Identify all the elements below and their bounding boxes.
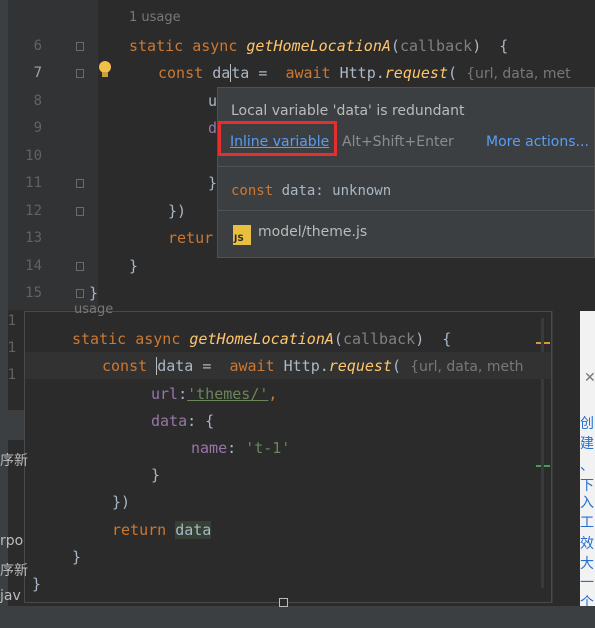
code-line: url:'themes/',: [151, 385, 278, 403]
line-number: 9: [33, 120, 42, 136]
line-number: 15: [25, 285, 42, 301]
code-line: }): [112, 493, 131, 511]
right-label: 、下: [580, 458, 594, 494]
resize-handle-icon[interactable]: [279, 598, 288, 607]
fold-marker-icon[interactable]: [76, 207, 84, 216]
highlight-box: [218, 121, 337, 156]
line-number: 11: [25, 175, 42, 191]
line-number: 13: [25, 230, 42, 246]
code-line: }): [168, 202, 187, 220]
line-number: 14: [25, 258, 42, 274]
code-line: }: [129, 257, 139, 275]
divider: [218, 166, 595, 167]
code-line: }: [72, 548, 82, 566]
code-line-current: const data = await Http.request( {url, d…: [102, 357, 524, 375]
fold-marker-icon[interactable]: [76, 179, 84, 188]
top-gutter: 6 7 8 9 10 11 12 13 14 15: [8, 0, 98, 310]
code-line: u: [208, 92, 218, 110]
right-label: 创建: [580, 416, 594, 452]
code-line: data: {: [151, 412, 215, 430]
fold-marker-icon[interactable]: [76, 69, 84, 78]
code-line: }: [89, 284, 99, 302]
lightbulb-icon[interactable]: [97, 60, 113, 80]
code-line: return data: [112, 521, 212, 539]
editor-scrollbar[interactable]: [552, 311, 581, 603]
side-label: 序新: [0, 563, 28, 579]
fold-marker-icon[interactable]: [76, 289, 84, 298]
side-label: jav: [0, 588, 21, 604]
line-number: 10: [25, 148, 42, 164]
javascript-file-icon: JS: [233, 225, 251, 245]
bottom-status-strip: [0, 606, 595, 628]
line-number: 6: [33, 38, 42, 54]
usage-hint[interactable]: usage: [74, 302, 113, 317]
code-line: d: [208, 119, 218, 137]
code-line: static async getHomeLocationA(callback) …: [129, 37, 509, 55]
side-label: rpo: [0, 533, 24, 549]
code-line-current: const data = await Http.request( {url, d…: [158, 64, 571, 82]
divider: [218, 210, 595, 211]
side-label: 序新: [0, 453, 28, 469]
more-actions-link[interactable]: More actions...: [486, 134, 589, 150]
fold-marker-icon[interactable]: [76, 262, 84, 271]
line-number: 1: [7, 313, 16, 329]
code-line: }: [208, 174, 218, 192]
code-line: retur: [168, 229, 214, 247]
right-label: 入工: [580, 495, 594, 531]
line-number: 1: [7, 367, 16, 383]
line-number: 12: [25, 203, 42, 219]
side-tab: [0, 410, 24, 440]
line-number: 7: [33, 65, 42, 81]
inspection-popup: Local variable 'data' is redundant Inlin…: [217, 87, 595, 258]
file-path[interactable]: model/theme.js: [258, 224, 367, 240]
line-number: 8: [33, 93, 42, 109]
line-number: 1: [7, 340, 16, 356]
fold-marker-icon[interactable]: [76, 42, 84, 51]
shortcut-label: Alt+Shift+Enter: [342, 134, 454, 150]
inspection-message: Local variable 'data' is redundant: [231, 103, 465, 119]
close-icon[interactable]: ✕: [584, 370, 595, 386]
code-line: static async getHomeLocationA(callback) …: [72, 330, 452, 348]
code-line: }: [151, 466, 161, 484]
right-label: 效大: [580, 536, 594, 572]
code-line: }: [32, 575, 42, 593]
code-line: name: 't-1': [191, 439, 291, 457]
declaration-text: const data: unknown: [231, 183, 392, 199]
usage-hint[interactable]: 1 usage: [129, 10, 181, 25]
